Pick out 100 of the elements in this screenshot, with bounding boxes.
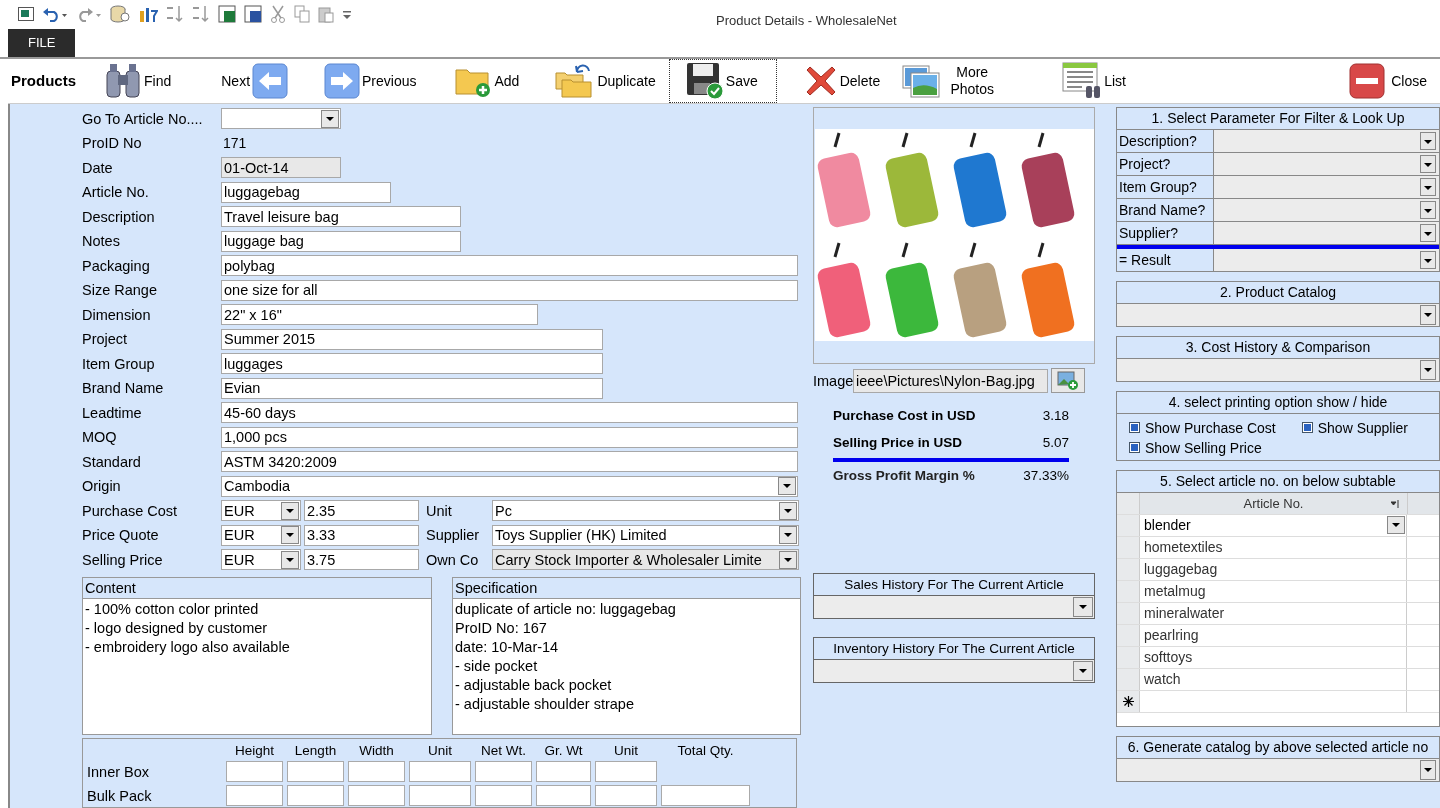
picture-add-icon	[1057, 370, 1079, 391]
section-heading: 3. Cost History & Comparison	[1117, 336, 1439, 359]
minus-icon	[1349, 62, 1386, 99]
input-field[interactable]	[287, 761, 344, 782]
delete-button[interactable]: Delete	[798, 58, 886, 103]
customize-caret-icon[interactable]	[342, 8, 352, 21]
input-field[interactable]	[226, 785, 283, 806]
field-label: Size Range	[82, 282, 158, 299]
amount-field[interactable]: 3.33	[304, 524, 419, 546]
copy-icon[interactable]	[294, 5, 310, 24]
spreadsheet-export-icon[interactable]	[218, 5, 236, 24]
field-label: ProID No	[82, 135, 143, 152]
find-button[interactable]: Find	[99, 58, 177, 103]
currency-combo-box[interactable]: EUR	[221, 549, 301, 571]
input-field[interactable]	[595, 785, 657, 806]
input-field[interactable]: Evian	[221, 377, 603, 399]
redo-icon[interactable]	[76, 6, 102, 23]
input-field[interactable]	[595, 761, 657, 782]
checkbox-option[interactable]: Show Selling Price	[1129, 439, 1262, 456]
combo-box[interactable]	[1214, 248, 1439, 271]
input-field[interactable]	[409, 785, 471, 806]
previous-button[interactable]: Previous	[319, 58, 422, 103]
app-icon[interactable]	[18, 7, 34, 22]
input-field[interactable]	[409, 761, 471, 782]
amount-field[interactable]: 2.35	[304, 500, 419, 522]
input-field[interactable]	[661, 785, 750, 806]
save-button[interactable]: Save	[668, 58, 777, 103]
file-tab[interactable]: FILE	[8, 28, 76, 57]
content-text-area[interactable]: - 100% cotton color printed - logo designed by customer - embroidery logo also available	[83, 599, 431, 734]
combo-box[interactable]: Pc	[492, 500, 799, 522]
input-field[interactable]	[348, 785, 405, 806]
input-field[interactable]	[226, 761, 283, 782]
combo-box[interactable]	[814, 595, 1094, 618]
add-button[interactable]: Add	[449, 58, 525, 103]
table-cell[interactable]: pearlring	[1140, 624, 1407, 646]
next-button[interactable]: Next	[216, 58, 294, 103]
list-button[interactable]: List	[1057, 58, 1131, 103]
input-field[interactable]: luggages	[221, 353, 603, 375]
sort-ascending-icon[interactable]	[166, 5, 184, 24]
specification-text-area[interactable]: duplicate of article no: luggagebag ProID No: 167 date: 10-Mar-14 - side pocket - adjustable back pocket - adjustable shoulder strape	[453, 599, 800, 734]
combo-box[interactable]	[814, 659, 1094, 682]
input-field[interactable]: one size for all	[221, 279, 798, 301]
input-field[interactable]: 45-60 days	[221, 402, 798, 424]
table-cell[interactable]: softtoys	[1140, 646, 1407, 668]
table-cell[interactable]: luggagebag	[1140, 558, 1407, 580]
column-header: Gr. Wt	[543, 743, 584, 758]
close-button[interactable]: Close	[1344, 58, 1432, 103]
input-field[interactable]	[475, 785, 532, 806]
new-row-asterisk-icon	[1122, 695, 1134, 707]
sort-descending-icon[interactable]	[192, 5, 210, 24]
paste-icon[interactable]	[318, 5, 334, 24]
undo-icon[interactable]	[42, 6, 68, 23]
input-field[interactable]	[475, 761, 532, 782]
database-icon[interactable]	[110, 5, 130, 24]
checkbox-option[interactable]: Show Supplier	[1301, 419, 1408, 436]
input-field[interactable]	[287, 785, 344, 806]
row-selector[interactable]	[1117, 690, 1140, 712]
combo-box[interactable]: Carry Stock Importer & Wholesaler Limite	[492, 549, 799, 571]
checkbox[interactable]	[1301, 422, 1313, 433]
section-heading: 1. Select Parameter For Filter & Look Up	[1117, 107, 1439, 130]
add-image-button[interactable]	[1051, 368, 1085, 393]
photos-button[interactable]: More Photos	[897, 58, 1008, 103]
document-export-icon[interactable]	[244, 5, 262, 24]
row-label: Inner Box	[86, 763, 151, 780]
input-field[interactable]: Travel leisure bag	[221, 206, 461, 228]
combo-box[interactable]: Toys Supplier (HK) Limited	[492, 524, 799, 546]
image-label: Image	[813, 372, 853, 389]
table-cell[interactable]: metalmug	[1140, 580, 1407, 602]
checkbox-option[interactable]: Show Purchase Cost	[1129, 419, 1276, 436]
currency-combo-box[interactable]: EUR	[221, 500, 301, 522]
input-field[interactable]: luggagebag	[221, 181, 391, 203]
input-field[interactable]: 01-Oct-14	[221, 157, 341, 179]
checkbox[interactable]	[1129, 422, 1140, 433]
cost-value: 5.07	[1042, 434, 1069, 450]
tools-icon[interactable]	[138, 5, 158, 24]
image-path-field[interactable]: ieee\Pictures\Nylon-Bag.jpg	[853, 368, 1048, 393]
input-field[interactable]: polybag	[221, 255, 798, 277]
currency-combo-box[interactable]: EUR	[221, 524, 301, 546]
input-field[interactable]	[536, 785, 591, 806]
input-field[interactable]: Summer 2015	[221, 328, 603, 350]
duplicate-button[interactable]: Duplicate	[550, 58, 661, 103]
sort-icon[interactable]	[1391, 498, 1401, 509]
window-title: Product Details - WholesaleNet	[716, 13, 897, 28]
table-cell[interactable]: watch	[1140, 668, 1407, 690]
select-all-corner[interactable]	[1117, 492, 1140, 514]
field-label: Item Group	[82, 355, 156, 372]
amount-field[interactable]: 3.75	[304, 549, 419, 571]
input-field[interactable]: luggage bag	[221, 230, 461, 252]
input-field[interactable]: ASTM 3420:2009	[221, 451, 798, 473]
input-field[interactable]: 1,000 pcs	[221, 426, 798, 448]
checkbox[interactable]	[1129, 442, 1140, 453]
field-label: Date	[82, 159, 114, 176]
table-cell[interactable]: mineralwater	[1140, 602, 1407, 624]
combo-box[interactable]: Cambodia	[221, 475, 798, 497]
input-field[interactable]	[348, 761, 405, 782]
cut-icon[interactable]	[270, 5, 286, 24]
input-field[interactable]	[536, 761, 591, 782]
table-cell[interactable]: hometextiles	[1140, 536, 1407, 558]
table-cell[interactable]: blender	[1140, 514, 1407, 536]
input-field[interactable]: 22" x 16"	[221, 304, 538, 326]
